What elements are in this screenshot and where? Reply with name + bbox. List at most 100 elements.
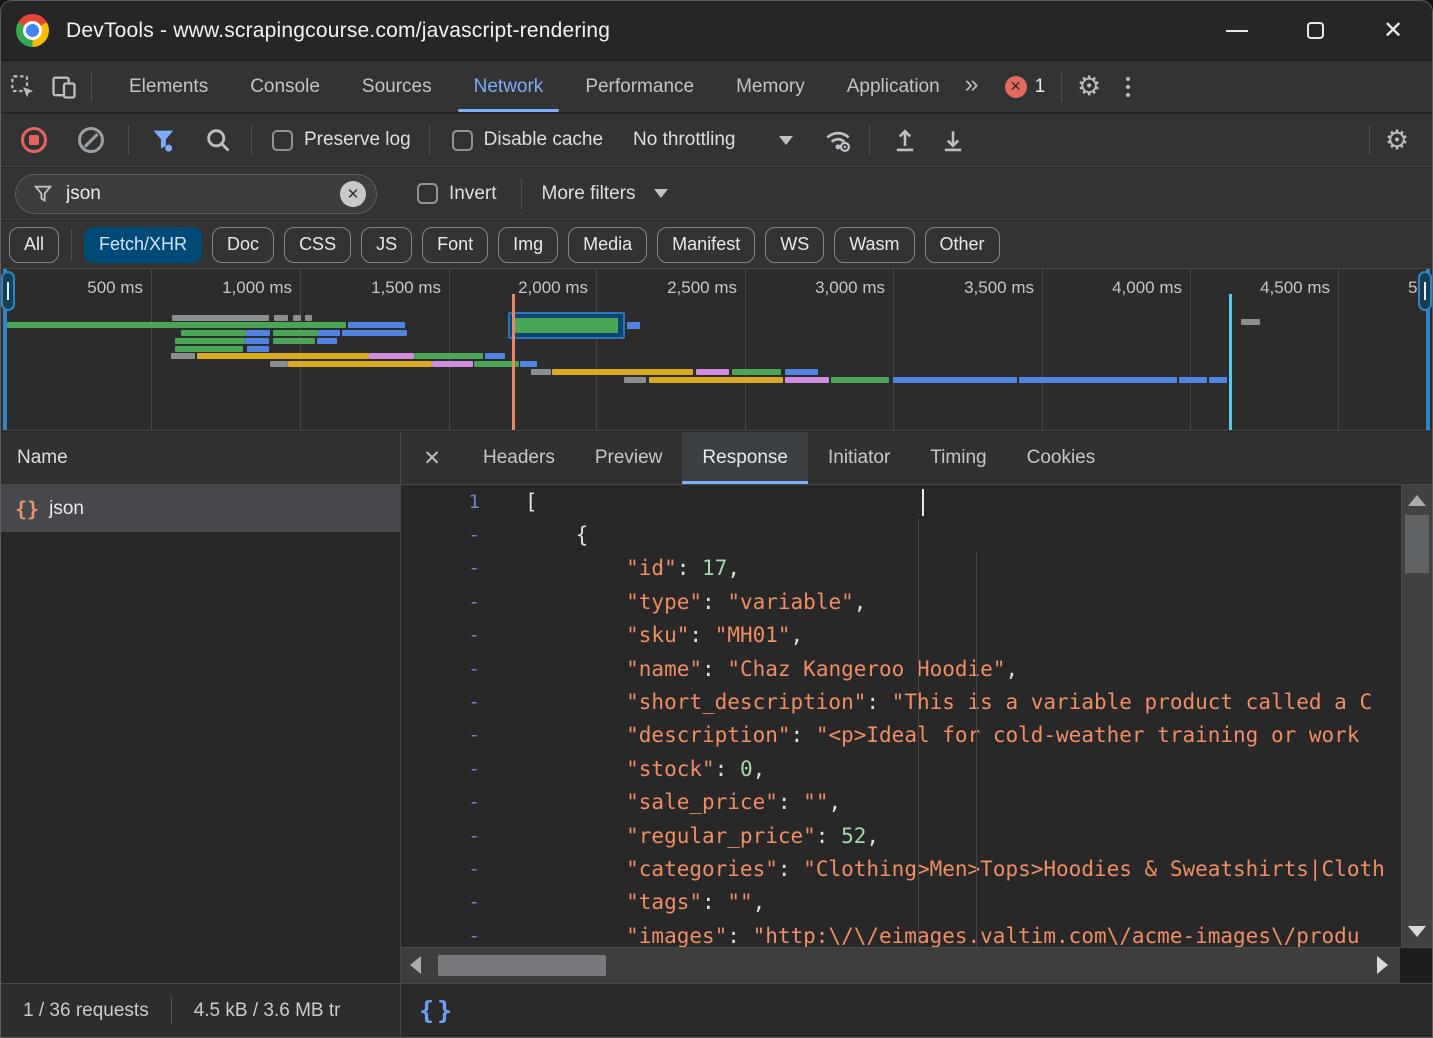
code-line: - "sku": "MH01", <box>401 619 1432 652</box>
response-panel: ✕ HeadersPreviewResponseInitiatorTimingC… <box>401 432 1432 983</box>
more-tabs-button[interactable]: » <box>961 70 989 103</box>
throttling-value: No throttling <box>633 129 735 151</box>
fold-marker[interactable]: - <box>401 891 518 913</box>
name-column-header[interactable]: Name <box>1 432 400 485</box>
more-filters-button[interactable]: More filters <box>542 183 668 205</box>
response-tab-response[interactable]: Response <box>682 432 808 484</box>
clear-button[interactable] <box>78 127 104 153</box>
minimize-button[interactable] <box>1198 1 1276 60</box>
clear-filter-button[interactable]: ✕ <box>340 181 366 207</box>
invert-checkbox[interactable]: Invert <box>417 183 497 205</box>
response-tab-initiator[interactable]: Initiator <box>808 432 910 484</box>
waterfall-bar <box>288 361 432 367</box>
error-badge[interactable]: ✕ 1 <box>1005 76 1046 98</box>
chip-wasm[interactable]: Wasm <box>834 227 914 263</box>
fold-marker[interactable]: - <box>401 591 518 613</box>
chip-doc[interactable]: Doc <box>212 227 274 263</box>
response-tab-timing[interactable]: Timing <box>910 432 1006 484</box>
network-conditions-icon <box>823 125 853 155</box>
maximize-button[interactable] <box>1276 1 1354 60</box>
waterfall-bar <box>732 369 781 375</box>
fold-marker[interactable]: - <box>401 791 518 813</box>
fold-marker[interactable]: - <box>401 758 518 780</box>
preserve-log-label: Preserve log <box>304 129 411 151</box>
overview-right-handle[interactable] <box>1416 269 1432 430</box>
fold-marker[interactable]: - <box>401 624 518 646</box>
pretty-print-button[interactable]: {} <box>419 996 455 1025</box>
network-overview[interactable]: 500 ms1,000 ms1,500 ms2,000 ms2,500 ms3,… <box>1 269 1432 431</box>
settings-button[interactable]: ⚙ <box>1068 67 1110 107</box>
response-tab-headers[interactable]: Headers <box>463 432 575 484</box>
waterfall-bar <box>273 338 315 344</box>
throttling-select[interactable]: No throttling <box>633 129 793 151</box>
editor-footer: {} <box>401 983 1432 1037</box>
waterfall-bar <box>318 330 340 336</box>
chip-other[interactable]: Other <box>925 227 1000 263</box>
fold-marker[interactable]: - <box>401 557 518 579</box>
chip-media[interactable]: Media <box>568 227 647 263</box>
waterfall-bar <box>274 315 288 321</box>
tab-application[interactable]: Application <box>826 61 961 112</box>
disable-cache-checkbox[interactable]: Disable cache <box>452 129 603 151</box>
chip-fetch-xhr[interactable]: Fetch/XHR <box>84 227 202 263</box>
network-conditions-button[interactable] <box>817 120 859 160</box>
scroll-down-arrow-icon[interactable] <box>1408 926 1426 937</box>
vertical-scroll-thumb[interactable] <box>1405 515 1429 573</box>
fold-marker[interactable]: - <box>401 524 518 546</box>
scroll-left-arrow-icon[interactable] <box>410 956 421 974</box>
fold-marker[interactable]: - <box>401 658 518 680</box>
panel-tabs: ElementsConsoleSourcesNetworkPerformance… <box>108 61 961 112</box>
request-row[interactable]: {}json <box>1 485 400 532</box>
tab-performance[interactable]: Performance <box>564 61 715 112</box>
chip-css[interactable]: CSS <box>284 227 351 263</box>
import-har-button[interactable] <box>884 120 926 160</box>
inspect-element-button[interactable] <box>1 67 43 107</box>
code-line: - "categories": "Clothing>Men>Tops>Hoodi… <box>401 852 1432 885</box>
checkbox-icon <box>417 183 438 204</box>
timeline-tick-label: 1,500 ms <box>299 278 441 298</box>
horizontal-scrollbar[interactable] <box>401 947 1432 983</box>
tab-memory[interactable]: Memory <box>715 61 826 112</box>
vertical-scrollbar[interactable] <box>1401 485 1432 947</box>
chip-manifest[interactable]: Manifest <box>657 227 755 263</box>
transferred-size: 4.5 kB / 3.6 MB tr <box>194 1000 341 1022</box>
preserve-log-checkbox[interactable]: Preserve log <box>272 129 411 151</box>
close-details-button[interactable]: ✕ <box>401 432 463 484</box>
tab-elements[interactable]: Elements <box>108 61 229 112</box>
code-text: "images": "http:\/\/eimages.valtim.com\/… <box>518 924 1359 947</box>
main-menu-button[interactable] <box>1110 77 1146 97</box>
scroll-right-arrow-icon[interactable] <box>1377 956 1388 974</box>
chip-all[interactable]: All <box>9 227 59 263</box>
close-button[interactable]: ✕ <box>1354 1 1432 60</box>
tab-network[interactable]: Network <box>453 61 565 112</box>
chip-ws[interactable]: WS <box>765 227 824 263</box>
record-button[interactable] <box>21 127 47 153</box>
fold-marker[interactable]: - <box>401 925 518 947</box>
filter-input[interactable] <box>66 183 340 205</box>
chip-js[interactable]: JS <box>361 227 412 263</box>
code-line: - "name": "Chaz Kangeroo Hoodie", <box>401 652 1432 685</box>
fold-marker[interactable]: - <box>401 858 518 880</box>
device-toolbar-button[interactable] <box>43 67 85 107</box>
chip-font[interactable]: Font <box>422 227 488 263</box>
tab-console[interactable]: Console <box>229 61 341 112</box>
fold-marker[interactable]: - <box>401 724 518 746</box>
fold-marker[interactable]: - <box>401 691 518 713</box>
fold-marker[interactable]: - <box>401 825 518 847</box>
network-settings-button[interactable]: ⚙ <box>1376 120 1418 160</box>
chip-img[interactable]: Img <box>498 227 558 263</box>
waterfall-bar <box>273 330 318 336</box>
code-line: - "sale_price": "", <box>401 786 1432 819</box>
horizontal-scroll-thumb[interactable] <box>438 955 606 976</box>
response-tab-preview[interactable]: Preview <box>575 432 683 484</box>
filter-toggle-button[interactable] <box>143 120 185 160</box>
timeline-tick-label: 3,500 ms <box>892 278 1034 298</box>
response-body-editor[interactable]: 1[- {- "id": 17,- "type": "variable",- "… <box>401 485 1432 947</box>
overview-left-handle[interactable] <box>1 269 17 430</box>
search-button[interactable] <box>197 120 239 160</box>
tab-sources[interactable]: Sources <box>341 61 453 112</box>
response-tab-cookies[interactable]: Cookies <box>1007 432 1116 484</box>
export-har-button[interactable] <box>932 120 974 160</box>
line-number[interactable]: 1 <box>401 491 518 513</box>
scroll-up-arrow-icon[interactable] <box>1408 495 1426 506</box>
